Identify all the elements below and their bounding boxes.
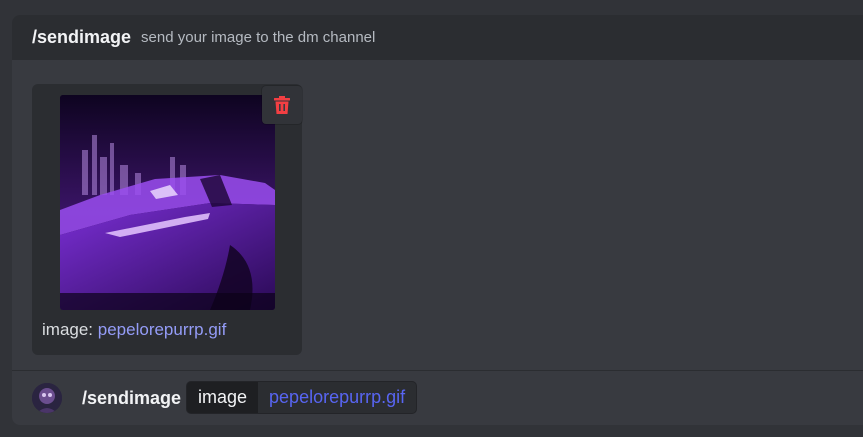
command-option-pill[interactable]: image pepelorepurrp.gif <box>187 382 417 413</box>
attachment-preview-image[interactable] <box>60 95 275 310</box>
slash-command-panel: /sendimage send your image to the dm cha… <box>12 15 863 425</box>
delete-attachment-button[interactable] <box>262 86 302 124</box>
command-description: send your image to the dm channel <box>141 29 376 46</box>
attachment-caption: image: pepelorepurrp.gif <box>42 320 226 340</box>
command-header: /sendimage send your image to the dm cha… <box>12 15 863 60</box>
input-command-name: /sendimage <box>82 388 182 408</box>
avatar <box>32 383 62 413</box>
attachment-caption-label: image: <box>42 320 94 339</box>
attachment-card: image: pepelorepurrp.gif <box>32 84 302 355</box>
command-name: /sendimage <box>32 27 132 47</box>
option-value[interactable]: pepelorepurrp.gif <box>258 382 416 413</box>
command-input-row[interactable]: /sendimage image pepelorepurrp.gif <box>12 371 863 425</box>
trash-icon <box>274 96 290 114</box>
attachment-filename: pepelorepurrp.gif <box>97 320 227 339</box>
option-name: image <box>187 382 259 413</box>
